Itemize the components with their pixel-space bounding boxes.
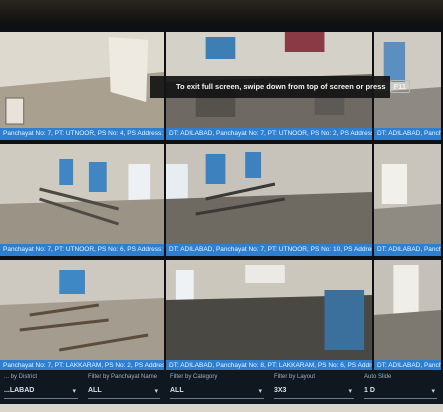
underline xyxy=(364,398,437,399)
filter-label: Filter by Layout xyxy=(274,374,316,380)
camera-feed xyxy=(166,260,372,360)
filter-value: ALL xyxy=(170,387,184,394)
camera-label: Panchayat No: 7, PT: UTNOOR, PS No: 4, P… xyxy=(0,128,164,140)
camera-feed xyxy=(374,260,441,360)
camera-feed xyxy=(166,144,372,244)
filter-label: ... by District xyxy=(4,374,38,380)
camera-tile[interactable]: DT: ADILABAD, Panchayat No: 8, PT: LAKKA… xyxy=(166,260,374,372)
chevron-down-icon: ▾ xyxy=(431,388,435,395)
underline xyxy=(4,398,78,399)
camera-label: DT: ADILABAD, Panchayat No: 7, PT: UTNOO… xyxy=(166,244,372,256)
camera-feed xyxy=(0,260,164,360)
camera-tile[interactable]: DT: ADILABAD, Panchayat No: 7, PT: UTNOO… xyxy=(166,144,374,256)
cctv-dashboard: Panchayat No: 7, PT: UTNOOR, PS No: 4, P… xyxy=(0,24,443,404)
underline xyxy=(274,398,354,399)
district-filter-dropdown[interactable]: ... by District ...LABAD ▾ xyxy=(0,370,84,404)
monitor-bezel-top xyxy=(0,0,443,24)
camera-tile[interactable]: Panchayat No: 7, PT: LAKKARAM, PS No: 2,… xyxy=(0,260,166,372)
filter-value: ALL xyxy=(88,387,102,394)
filter-value: 1 D xyxy=(364,387,375,394)
camera-label: Panchayat No: 7, PT: UTNOOR, PS No: 6, P… xyxy=(0,244,164,256)
camera-tile[interactable]: DT: ADILABAD, Panchaya... xyxy=(374,144,443,256)
category-filter-dropdown[interactable]: Filter by Category ALL ▾ xyxy=(166,370,270,404)
f11-key-hint: F11 xyxy=(389,80,411,93)
filter-value: 3X3 xyxy=(274,387,287,394)
camera-label: DT: ADILABAD, Panchaya... xyxy=(374,244,441,256)
camera-feed xyxy=(374,144,441,244)
underline xyxy=(88,398,160,399)
layout-filter-dropdown[interactable]: Filter by Layout 3X3 ▾ xyxy=(270,370,360,404)
camera-tile[interactable]: Panchayat No: 7, PT: UTNOOR, PS No: 4, P… xyxy=(0,32,166,140)
auto-slide-dropdown[interactable]: Auto Slide 1 D ▾ xyxy=(360,370,443,404)
camera-tile[interactable]: DT: ADILABAD, Panchaya... xyxy=(374,260,443,372)
camera-feed xyxy=(0,32,164,128)
fullscreen-notice-text: To exit full screen, swipe down from top… xyxy=(176,82,386,91)
filter-label: Filter by Category xyxy=(170,374,218,380)
camera-tile[interactable]: Panchayat No: 7, PT: UTNOOR, PS No: 6, P… xyxy=(0,144,166,256)
chevron-down-icon: ▾ xyxy=(258,388,262,395)
chevron-down-icon: ▾ xyxy=(72,388,76,395)
camera-feed xyxy=(0,144,164,244)
camera-label: DT: ADILABAD, Panchaya... xyxy=(374,128,441,140)
chevron-down-icon: ▾ xyxy=(154,388,158,395)
chevron-down-icon: ▾ xyxy=(348,388,352,395)
panchayat-filter-dropdown[interactable]: Filter by Panchayat Name ALL ▾ xyxy=(84,370,166,404)
filter-bar: ... by District ...LABAD ▾ Filter by Pan… xyxy=(0,370,443,404)
underline xyxy=(170,398,264,399)
monitor-bezel-bottom xyxy=(0,404,443,412)
filter-value: ...LABAD xyxy=(4,387,35,394)
filter-label: Filter by Panchayat Name xyxy=(88,374,158,380)
camera-label: DT: ADILABAD, Panchayat No: 7, PT: UTNOO… xyxy=(166,128,372,140)
filter-label: Auto Slide xyxy=(364,374,392,380)
fullscreen-exit-notice: To exit full screen, swipe down from top… xyxy=(150,76,411,98)
